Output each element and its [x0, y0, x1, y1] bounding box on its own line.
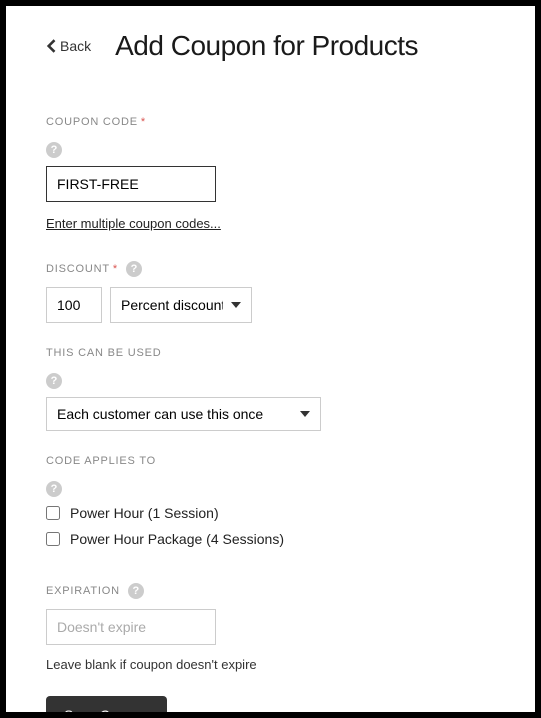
enter-multiple-codes-link[interactable]: Enter multiple coupon codes...	[46, 216, 221, 231]
applies-to-option: Power Hour Package (4 Sessions)	[46, 531, 495, 547]
help-icon[interactable]: ?	[46, 373, 62, 389]
discount-label: DISCOUNT *	[46, 263, 118, 275]
expiration-group: EXPIRATION ? Leave blank if coupon doesn…	[46, 583, 495, 672]
required-indicator: *	[113, 263, 118, 275]
applies-to-checkbox-1[interactable]	[46, 532, 60, 546]
discount-amount-input[interactable]	[46, 287, 102, 323]
header: Back Add Coupon for Products	[46, 30, 495, 62]
applies-to-label-1: Power Hour Package (4 Sessions)	[70, 531, 284, 547]
applies-to-label-0: Power Hour (1 Session)	[70, 505, 219, 521]
applies-to-label: CODE APPLIES TO	[46, 455, 156, 467]
usage-select[interactable]: Each customer can use this once	[46, 397, 321, 431]
applies-to-option: Power Hour (1 Session)	[46, 505, 495, 521]
help-icon[interactable]: ?	[126, 261, 142, 277]
expiration-label: EXPIRATION	[46, 585, 120, 597]
expiration-hint: Leave blank if coupon doesn't expire	[46, 657, 495, 672]
applies-to-checkbox-0[interactable]	[46, 506, 60, 520]
usage-label: THIS CAN BE USED	[46, 347, 161, 359]
chevron-left-icon	[46, 39, 56, 53]
save-coupon-button[interactable]: Save Coupon	[46, 696, 167, 712]
coupon-code-input[interactable]	[46, 166, 216, 202]
back-label: Back	[60, 38, 91, 54]
page-title: Add Coupon for Products	[115, 30, 418, 62]
back-button[interactable]: Back	[46, 38, 91, 54]
help-icon[interactable]: ?	[46, 481, 62, 497]
required-indicator: *	[141, 116, 146, 128]
add-coupon-panel: Back Add Coupon for Products COUPON CODE…	[6, 6, 535, 712]
discount-group: DISCOUNT * ? Percent discount	[46, 261, 495, 323]
help-icon[interactable]: ?	[128, 583, 144, 599]
expiration-input[interactable]	[46, 609, 216, 645]
coupon-code-group: COUPON CODE * ? Enter multiple coupon co…	[46, 112, 495, 233]
usage-group: THIS CAN BE USED ? Each customer can use…	[46, 343, 495, 431]
coupon-code-label: COUPON CODE *	[46, 116, 146, 128]
discount-type-select[interactable]: Percent discount	[110, 287, 252, 323]
help-icon[interactable]: ?	[46, 142, 62, 158]
applies-to-group: CODE APPLIES TO ? Power Hour (1 Session)…	[46, 451, 495, 547]
